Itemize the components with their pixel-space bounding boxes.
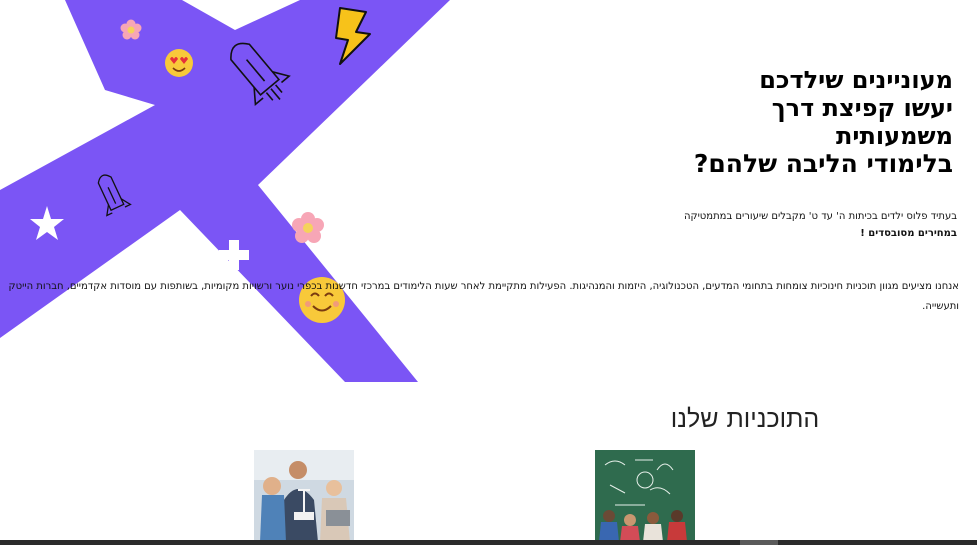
intro-text: בעתיד פלוס ילדים בכיתות ה' עד ט' מקבלים … [683, 211, 957, 222]
purple-x-shape [0, 0, 450, 382]
headline-line-4: בלימודי הליבה שלהם? [693, 149, 953, 178]
bottom-bar-segment [740, 540, 778, 545]
hero-description: אנחנו מציעים מגוון תוכניות חינוכיות צומח… [8, 281, 959, 312]
program-card-math[interactable] [595, 450, 695, 542]
robotics-photo [254, 450, 354, 542]
heart-eyes-emoji-icon [165, 49, 193, 77]
window-bottom-bar [0, 540, 977, 545]
flower-icon [292, 212, 324, 243]
headline-line-2: יעשו קפיצת דרך [771, 94, 953, 122]
hero-illustration [0, 0, 450, 382]
intro-bold-text: במחירים מסובסדים ! [860, 228, 957, 239]
chalkboard-photo [595, 450, 695, 542]
headline-line-3: משמעותית [835, 122, 953, 150]
hero-intro: בעתיד פלוס ילדים בכיתות ה' עד ט' מקבלים … [537, 208, 957, 242]
program-card-robotics[interactable] [254, 450, 354, 542]
headline-line-1: מעוניינים שילדכם [759, 66, 953, 94]
programs-section-title: התוכניות שלנו [670, 404, 820, 433]
hero-headline: מעוניינים שילדכם יעשו קפיצת דרך משמעותית… [593, 66, 953, 178]
